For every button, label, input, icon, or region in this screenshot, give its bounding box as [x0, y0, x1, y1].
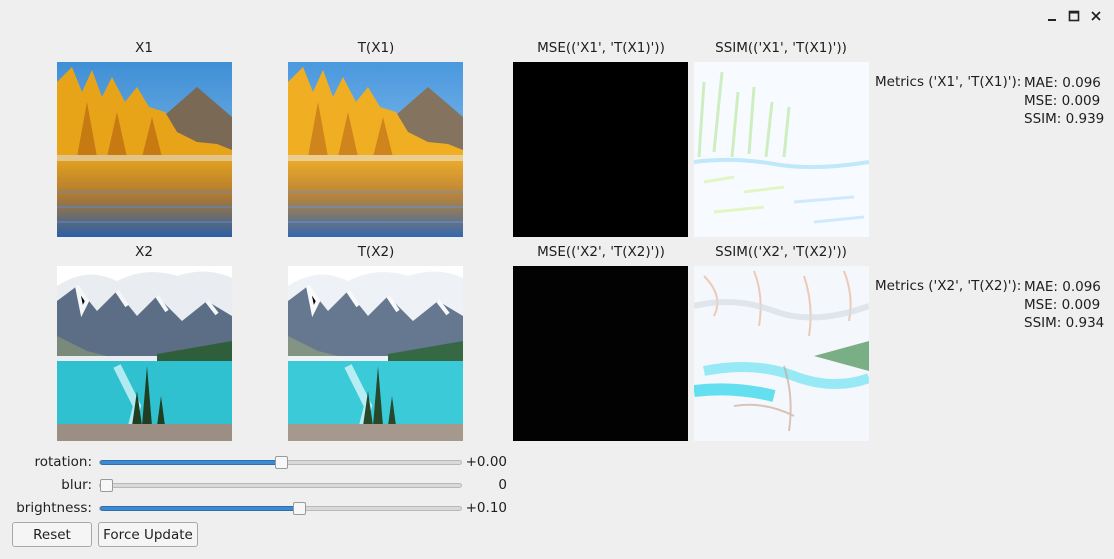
metrics1-mae: MAE: 0.096: [1024, 75, 1101, 91]
metrics2-mse: MSE: 0.009: [1024, 297, 1101, 313]
rotation-slider-fill: [100, 460, 282, 465]
rotation-slider-handle[interactable]: [275, 456, 288, 469]
mse2-image: [513, 266, 688, 441]
blur-slider[interactable]: [99, 479, 462, 492]
metrics2-ssim: SSIM: 0.934: [1024, 315, 1105, 331]
brightness-label: brightness:: [16, 500, 92, 516]
tx2-image: [288, 266, 463, 441]
blur-value: 0: [498, 477, 507, 493]
metrics1-title: Metrics ('X1', 'T(X1)'):: [875, 74, 1022, 90]
blur-label: blur:: [61, 477, 92, 493]
x2-image: [57, 266, 232, 441]
x2-label: X2: [135, 244, 153, 260]
ssim1-label: SSIM(('X1', 'T(X1)')): [715, 40, 847, 56]
maximize-icon: [1068, 10, 1080, 22]
reset-button[interactable]: Reset: [12, 522, 92, 547]
mse2-label: MSE(('X2', 'T(X2)')): [537, 244, 665, 260]
tx1-label: T(X1): [357, 40, 395, 56]
brightness-slider[interactable]: [99, 502, 462, 515]
metrics2-values: MAE: 0.096 MSE: 0.009 SSIM: 0.934: [1024, 278, 1104, 332]
ssim2-label: SSIM(('X2', 'T(X2)')): [715, 244, 847, 260]
x1-label: X1: [135, 40, 153, 56]
rotation-label: rotation:: [34, 454, 93, 470]
tx1-image: [288, 62, 463, 237]
metrics1-mse: MSE: 0.009: [1024, 93, 1101, 109]
brightness-slider-fill: [100, 506, 299, 511]
brightness-value: +0.10: [465, 500, 507, 516]
metrics2-mae: MAE: 0.096: [1024, 279, 1101, 295]
x1-image: [57, 62, 232, 237]
ssim2-image: [694, 266, 869, 441]
mse1-image: [513, 62, 688, 237]
close-icon: [1091, 11, 1101, 21]
tx2-label: T(X2): [357, 244, 395, 260]
close-button[interactable]: [1086, 6, 1106, 26]
blur-slider-handle[interactable]: [100, 479, 113, 492]
mse1-label: MSE(('X1', 'T(X1)')): [537, 40, 665, 56]
minimize-icon: [1048, 19, 1056, 21]
metrics1-ssim: SSIM: 0.939: [1024, 111, 1105, 127]
minimize-button[interactable]: [1042, 6, 1062, 26]
force-update-button[interactable]: Force Update: [98, 522, 198, 547]
ssim1-image: [694, 62, 869, 237]
metrics1-values: MAE: 0.096 MSE: 0.009 SSIM: 0.939: [1024, 74, 1104, 128]
rotation-value: +0.00: [465, 454, 507, 470]
maximize-button[interactable]: [1064, 6, 1084, 26]
metrics2-title: Metrics ('X2', 'T(X2)'):: [875, 278, 1022, 294]
rotation-slider[interactable]: [99, 456, 462, 469]
brightness-slider-handle[interactable]: [292, 502, 306, 515]
